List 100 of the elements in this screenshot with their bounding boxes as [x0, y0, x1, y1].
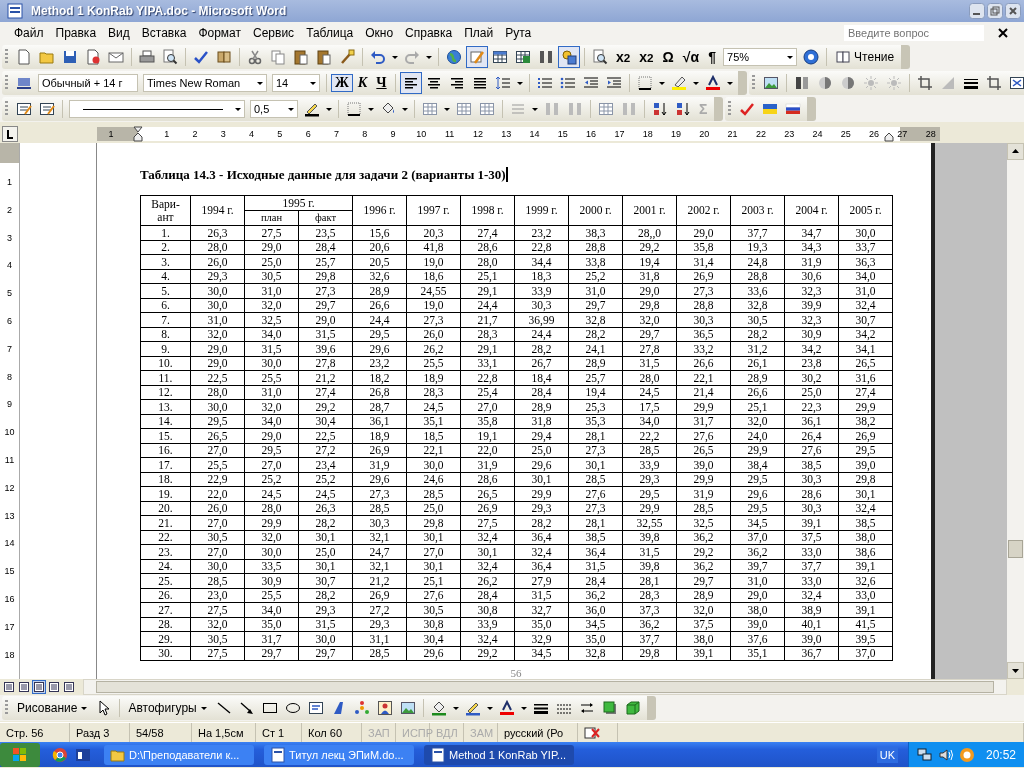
- view-mode-icon[interactable]: [32, 680, 46, 694]
- scrollbar-thumb[interactable]: [96, 681, 994, 693]
- menu-item[interactable]: Окно: [359, 24, 400, 42]
- table-cell: 29,9: [730, 443, 785, 458]
- menu-item[interactable]: Сервис: [247, 24, 301, 42]
- underline-button[interactable]: Ч: [372, 74, 391, 92]
- table-cell: 26,5: [838, 356, 893, 371]
- reading-button[interactable]: Чтение: [831, 49, 899, 65]
- menu-item[interactable]: Плай: [458, 24, 500, 42]
- table-cell: 24,5: [622, 385, 677, 400]
- table-cell: 23,8: [784, 356, 839, 371]
- help-search-field[interactable]: Введите вопрос: [844, 25, 984, 41]
- table-cell: 30,2: [784, 370, 839, 385]
- table-cell: 27,4: [298, 385, 353, 400]
- table-cell: 22,1: [676, 370, 731, 385]
- table-cell: 35,3: [568, 414, 623, 429]
- menu-item[interactable]: Справка: [399, 24, 459, 42]
- table-cell: 25,5: [190, 457, 245, 472]
- horizontal-scrollbar[interactable]: [83, 679, 1007, 695]
- view-mode-icon[interactable]: [17, 680, 31, 694]
- table-cell: 28,2: [568, 327, 623, 342]
- line-weight-dropdown[interactable]: 0,5: [250, 100, 298, 118]
- toolbar-button[interactable]: Ω: [658, 48, 678, 66]
- view-mode-icon[interactable]: [2, 680, 16, 694]
- view-mode-icon[interactable]: [62, 680, 76, 694]
- scroll-up-icon[interactable]: [1007, 143, 1024, 160]
- table-cell: 25,3: [568, 399, 623, 414]
- table-cell: 39,0: [730, 617, 785, 632]
- table-cell: 28,1: [622, 573, 677, 588]
- bold-button[interactable]: Ж: [331, 74, 353, 92]
- table-cell: 19,0: [406, 298, 461, 313]
- ruler-number: 22: [754, 129, 767, 139]
- line-style-dropdown[interactable]: [69, 100, 245, 118]
- ruler-number: 9: [7, 398, 12, 412]
- menu-item[interactable]: Файл: [8, 24, 50, 42]
- scroll-down-icon[interactable]: [1007, 662, 1024, 679]
- shapes-icon[interactable]: [558, 46, 580, 68]
- table-cell: 29,9: [244, 515, 299, 530]
- start-button[interactable]: [0, 742, 40, 767]
- table-cell: 32,5: [676, 515, 731, 530]
- table-cell: 36,0: [568, 602, 623, 617]
- table-cell: 28,8: [730, 269, 785, 284]
- spelling-status-icon[interactable]: [584, 724, 600, 741]
- drawing-menu-button[interactable]: Рисование: [13, 700, 93, 716]
- table-cell: 18,9: [406, 370, 461, 385]
- table-cell: 20,6: [352, 240, 407, 255]
- menu-item[interactable]: Рута: [499, 24, 538, 42]
- toolbar-button[interactable]: ¶: [704, 48, 721, 66]
- toolbar-button[interactable]: √α: [678, 48, 704, 66]
- menu-item[interactable]: Вставка: [135, 24, 193, 42]
- table-cell: 30,0: [838, 225, 893, 240]
- menu-item[interactable]: Правка: [49, 24, 103, 42]
- zoom-dropdown[interactable]: 75%: [723, 48, 798, 66]
- ruler-number: 23: [783, 129, 796, 139]
- horizontal-ruler[interactable]: 1 1 2 3 4 5 6 7 8 9 10 11 12 13 14 15 16 17 18 19 20 21 22 23 24 25 26 27 28: [97, 127, 940, 141]
- font-size-dropdown[interactable]: 14: [272, 74, 320, 92]
- font-dropdown[interactable]: Times New Roman: [143, 74, 267, 92]
- table-cell: 29,0: [298, 312, 353, 327]
- column-header: 2003 г.: [730, 195, 785, 226]
- vertical-scrollbar[interactable]: [1007, 143, 1024, 679]
- table-cell: 39,7: [730, 559, 785, 574]
- tab-stop-icon[interactable]: [2, 126, 18, 142]
- indent-marker-icon[interactable]: [133, 126, 143, 142]
- menu-item[interactable]: Формат: [192, 24, 248, 42]
- table-cell: 28,2: [514, 341, 569, 356]
- table-cell: 29,5: [730, 501, 785, 516]
- alignment-icon[interactable]: [399, 72, 422, 94]
- menu-item[interactable]: Таблица: [300, 24, 360, 42]
- table-cell: 35,0: [244, 617, 299, 632]
- italic-button[interactable]: К: [353, 74, 372, 92]
- table-cell: 29,1: [460, 283, 515, 298]
- vertical-ruler[interactable]: 1 2 3 4 5 6 7 8 9 10 11 12 13 14 15 16 17 18: [0, 143, 20, 679]
- table-cell: 29,3: [298, 602, 353, 617]
- table-cell: 28,9: [730, 370, 785, 385]
- table-cell: 32,9: [514, 631, 569, 646]
- taskbar-button[interactable]: D:\Преподаватели к...: [104, 744, 254, 765]
- table-cell: 34,0: [244, 414, 299, 429]
- keyboard-language[interactable]: UK: [876, 746, 898, 763]
- ruler-number: 18: [641, 129, 654, 139]
- menu-item[interactable]: Вид: [102, 24, 136, 42]
- pencil-icon[interactable]: [466, 46, 488, 68]
- document-icon: [430, 746, 446, 763]
- scrollbar-thumb[interactable]: [1008, 540, 1023, 558]
- table-cell: 34,0: [838, 269, 893, 284]
- app-icon[interactable]: [75, 746, 91, 763]
- table-cell: 18,4: [514, 370, 569, 385]
- taskbar-button[interactable]: Титул лекц ЭПиМ.do...: [264, 744, 414, 765]
- browser-icon[interactable]: [52, 746, 68, 763]
- ruler-number: 16: [4, 592, 15, 606]
- table-cell: 30,1: [298, 559, 353, 574]
- minimize-icon[interactable]: [969, 3, 985, 19]
- autoshapes-menu-button[interactable]: Автофигуры: [124, 700, 212, 716]
- view-mode-icon[interactable]: [47, 680, 61, 694]
- table-cell: 25,0: [514, 443, 569, 458]
- table-cell: 26,9: [460, 501, 515, 516]
- table-cell: 29,3: [190, 269, 245, 284]
- taskbar-button[interactable]: Method 1 KonRab YIP...: [424, 744, 574, 765]
- ruler-number: 3: [219, 129, 227, 139]
- restore-icon[interactable]: [987, 3, 1003, 19]
- style-dropdown[interactable]: Обычный + 14 г: [38, 74, 138, 92]
